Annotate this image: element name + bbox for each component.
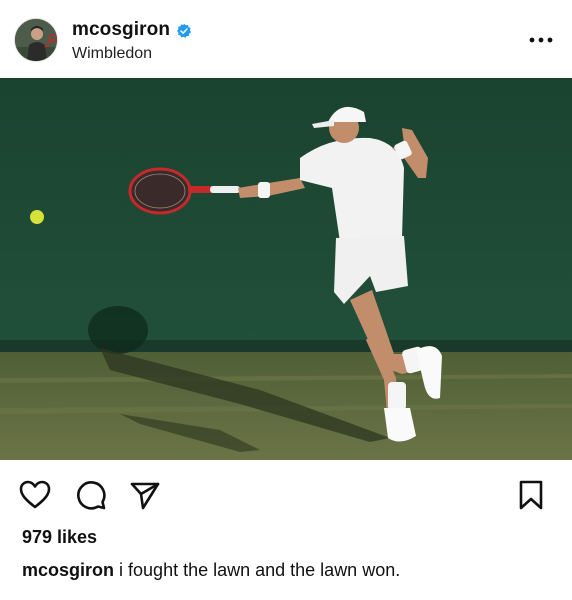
caption-text: i fought the lawn and the lawn won. bbox=[119, 560, 401, 580]
post-caption: mcosgiron i fought the lawn and the lawn… bbox=[22, 560, 400, 581]
avatar[interactable] bbox=[14, 18, 58, 62]
post-location[interactable]: Wimbledon bbox=[72, 45, 152, 63]
post-image[interactable] bbox=[0, 78, 572, 460]
verified-badge-icon bbox=[176, 23, 192, 39]
post-header: mcosgiron Wimbledon bbox=[0, 0, 572, 78]
more-options-icon[interactable] bbox=[526, 30, 556, 50]
caption-username[interactable]: mcosgiron bbox=[22, 560, 114, 580]
comment-icon[interactable] bbox=[74, 478, 108, 512]
post-actions bbox=[0, 470, 572, 516]
heart-icon[interactable] bbox=[18, 478, 52, 512]
likes-count[interactable]: 979 likes bbox=[22, 527, 97, 548]
bookmark-icon[interactable] bbox=[514, 478, 548, 512]
send-icon[interactable] bbox=[128, 478, 162, 512]
post-username[interactable]: mcosgiron bbox=[72, 19, 170, 41]
